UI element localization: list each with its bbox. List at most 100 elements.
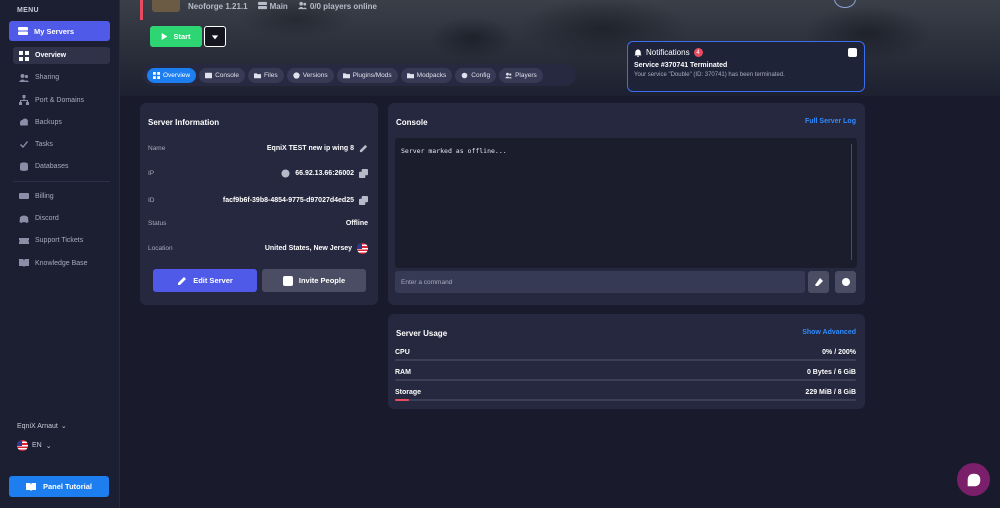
info-key: Location <box>148 245 173 252</box>
sidebar-item-port-domains[interactable]: Port & Domains <box>13 92 110 109</box>
status-indicator-bar <box>140 0 143 20</box>
edit-server-label: Edit Server <box>193 276 233 285</box>
terminal-icon <box>205 72 213 78</box>
sidebar-item-label: Sharing <box>35 74 60 82</box>
user-menu[interactable]: EqniX Arnaut ⌄ <box>17 422 67 431</box>
server-name: EqniX TEST new ip wing 8 <box>266 145 354 152</box>
server-meta: Neoforge 1.21.1 Main 0/0 players online <box>188 1 377 12</box>
server-node: Main <box>257 1 288 11</box>
eraser-icon <box>814 278 823 286</box>
tab-label: Players <box>515 71 537 79</box>
ticket-icon <box>18 235 29 246</box>
panel-tutorial-label: Panel Tutorial <box>42 482 93 491</box>
us-flag-icon <box>17 440 28 451</box>
tab-versions[interactable]: Versions <box>286 67 334 83</box>
server-id: facf9b6f-39b8-4854-9775-d97027d4ed25 <box>222 197 354 204</box>
user-name: EqniX Arnaut <box>17 422 58 430</box>
nav-divider <box>13 180 110 182</box>
server-information-card: Server Information Name EqniX TEST new i… <box>140 103 378 305</box>
folder-icon <box>253 72 261 78</box>
caret-down-icon <box>211 34 219 39</box>
notification-panel[interactable]: Notifications 4 Service #370741 Terminat… <box>627 41 865 92</box>
tab-overview[interactable]: Overview <box>147 67 197 83</box>
sidebar-item-support-tickets[interactable]: Support Tickets <box>13 232 110 249</box>
sidebar-item-label: Overview <box>35 52 67 59</box>
invite-people-button[interactable]: Invite People <box>262 269 366 292</box>
usage-row-ram: RAM 0 Bytes / 6 GiB <box>395 369 856 381</box>
clear-console-button[interactable] <box>808 271 829 293</box>
sidebar-item-overview[interactable]: Overview <box>13 47 110 64</box>
notification-close-icon[interactable] <box>848 48 857 57</box>
globe-icon <box>281 169 290 178</box>
info-value: 66.92.13.66:26002 <box>281 169 368 178</box>
tab-label: Overview <box>163 71 191 79</box>
card-title: Server Usage <box>396 329 448 338</box>
tab-config[interactable]: Config <box>455 67 497 83</box>
sidebar-item-backups[interactable]: Backups <box>13 114 110 131</box>
language-selector[interactable]: EN ⌄ <box>17 440 52 451</box>
sidebar-item-discord[interactable]: Discord <box>13 210 110 227</box>
info-row-id: ID facf9b6f-39b8-4854-9775-d97027d4ed25 <box>148 196 368 205</box>
usage-bar-fill <box>395 399 409 401</box>
tab-label: Files <box>263 71 278 79</box>
sidebar-item-billing[interactable]: Billing <box>13 188 110 205</box>
server-version: Neoforge 1.21.1 <box>188 1 248 11</box>
start-button[interactable]: Start <box>150 26 202 47</box>
console-settings-button[interactable] <box>835 271 856 293</box>
chat-icon <box>967 473 980 486</box>
tab-plugins-mods[interactable]: Plugins/Mods <box>336 67 398 83</box>
pencil-icon[interactable] <box>359 144 368 153</box>
command-input[interactable] <box>395 271 805 293</box>
usage-label: CPU <box>395 349 410 356</box>
tab-players[interactable]: Players <box>499 67 543 83</box>
console-scrollbar[interactable] <box>851 144 852 260</box>
panel-tutorial-button[interactable]: Panel Tutorial <box>9 476 109 497</box>
sidebar-item-label: Port & Domains <box>35 96 85 104</box>
my-servers-label: My Servers <box>34 26 75 36</box>
tab-label: Console <box>215 71 239 79</box>
sidebar-item-databases[interactable]: Databases <box>13 158 110 175</box>
sidebar-item-knowledge-base[interactable]: Knowledge Base <box>13 255 110 272</box>
tab-modpacks[interactable]: Modpacks <box>400 67 453 83</box>
users-icon <box>505 72 513 78</box>
sidebar-item-label: Support Tickets <box>35 237 84 245</box>
menu-label: MENU <box>17 7 39 14</box>
info-key: IP <box>148 170 155 177</box>
grid-icon <box>18 50 29 61</box>
full-server-log-link[interactable]: Full Server Log <box>805 118 856 125</box>
copy-icon[interactable] <box>359 196 368 205</box>
sidebar-nav: Overview Sharing Port & Domains Backups … <box>13 47 110 277</box>
grid-icon <box>153 71 160 79</box>
book-icon <box>18 258 29 269</box>
sidebar-item-tasks[interactable]: Tasks <box>13 136 110 153</box>
my-servers-button[interactable]: My Servers <box>9 21 110 41</box>
sidebar-item-sharing[interactable]: Sharing <box>13 69 110 86</box>
console-output[interactable]: Server marked as offline... <box>395 138 857 268</box>
tab-console[interactable]: Console <box>199 67 245 83</box>
tab-files[interactable]: Files <box>247 67 284 83</box>
usage-bar <box>395 399 856 401</box>
billing-icon <box>18 191 29 202</box>
chat-support-button[interactable] <box>957 463 990 496</box>
server-usage-card: Server Usage Show Advanced CPU 0% / 200% … <box>388 314 865 409</box>
sidebar-item-label: Databases <box>35 163 69 171</box>
sidebar-item-label: Discord <box>35 215 59 223</box>
info-value: EqniX TEST new ip wing 8 <box>267 144 368 153</box>
edit-server-button[interactable]: Edit Server <box>153 269 257 292</box>
usage-value: 0% / 200% <box>822 349 856 356</box>
copy-icon[interactable] <box>359 169 368 178</box>
book-icon <box>26 481 37 492</box>
server-location: United States, New Jersey <box>264 245 352 252</box>
tab-label: Modpacks <box>416 71 447 79</box>
power-options-dropdown[interactable] <box>204 26 226 47</box>
show-advanced-link[interactable]: Show Advanced <box>802 329 856 336</box>
info-value: facf9b6f-39b8-4854-9775-d97027d4ed25 <box>223 196 368 205</box>
server-tabs: Overview Console Files Versions Plugins/… <box>143 64 576 86</box>
play-icon <box>162 33 168 40</box>
usage-row-storage: Storage 229 MiB / 8 GiB <box>395 389 856 401</box>
usage-bar <box>395 379 856 381</box>
status-value: Offline <box>345 220 368 227</box>
folder-icon <box>406 72 414 78</box>
server-ip: 66.92.13.66:26002 <box>295 170 354 177</box>
sidebar: MENU My Servers Overview Sharing Port & … <box>0 0 120 508</box>
